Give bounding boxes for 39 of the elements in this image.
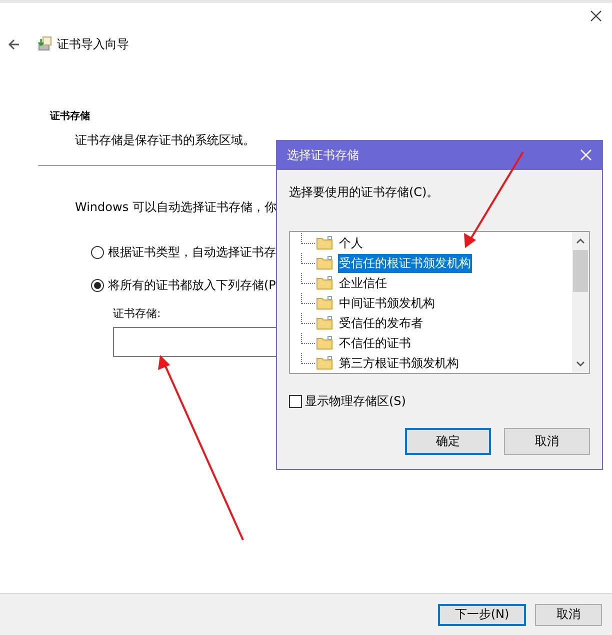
tree-item[interactable]: 第三方根证书颁发机构 [338,354,460,372]
tree-item[interactable]: 受信任的发布者 [338,314,424,332]
checkbox[interactable] [289,395,302,408]
tree-item[interactable]: 中间证书颁发机构 [338,294,436,312]
store-tree[interactable]: 个人 受信任的根证书颁发机构 企业信任 中间证书颁发机构 受信任的发布者 不信任的证书 第三方根证书颁发机构 [289,231,590,374]
checkbox-label[interactable]: 显示物理存储区(S) [305,393,406,410]
radio-button[interactable] [91,278,104,292]
tree-item[interactable]: 企业信任 [338,274,388,292]
certificate-icon [37,36,53,52]
tree-item[interactable]: 受信任的根证书颁发机构 [338,254,472,272]
dialog-title: 选择证书存储 [287,146,359,164]
scroll-up-icon[interactable] [576,238,585,244]
folder-icon [316,296,333,310]
wizard-title: 证书导入向导 [57,36,129,52]
folder-icon [316,316,333,330]
section-description: 证书存储是保存证书的系统区域。 [75,132,256,149]
cancel-button[interactable]: 取消 [535,604,602,626]
scroll-thumb[interactable] [573,250,588,292]
scroll-down-icon[interactable] [576,361,585,367]
close-icon[interactable] [590,10,602,22]
next-button[interactable]: 下一步(N) [438,604,526,626]
tree-item[interactable]: 不信任的证书 [338,334,412,352]
folder-icon [316,236,333,250]
folder-icon [316,336,333,350]
scrollbar[interactable] [572,232,589,373]
prompt-text: 选择要使用的证书存储(C)。 [289,184,440,201]
intro-text: Windows 可以自动选择证书存储，你 [75,199,278,216]
section-title: 证书存储 [50,110,91,123]
ok-button[interactable]: 确定 [405,428,491,455]
radio-label[interactable]: 根据证书类型，自动选择证书存 [108,244,276,260]
back-arrow-icon[interactable] [8,38,20,50]
radio-button[interactable] [91,246,104,258]
tree-item[interactable]: 个人 [338,234,364,252]
radio-label[interactable]: 将所有的证书都放入下列存储(P [108,276,276,294]
cancel-button[interactable]: 取消 [504,428,590,455]
folder-icon [316,256,333,270]
folder-icon [316,356,333,370]
field-label: 证书存储: [113,306,162,321]
folder-icon [316,276,333,290]
